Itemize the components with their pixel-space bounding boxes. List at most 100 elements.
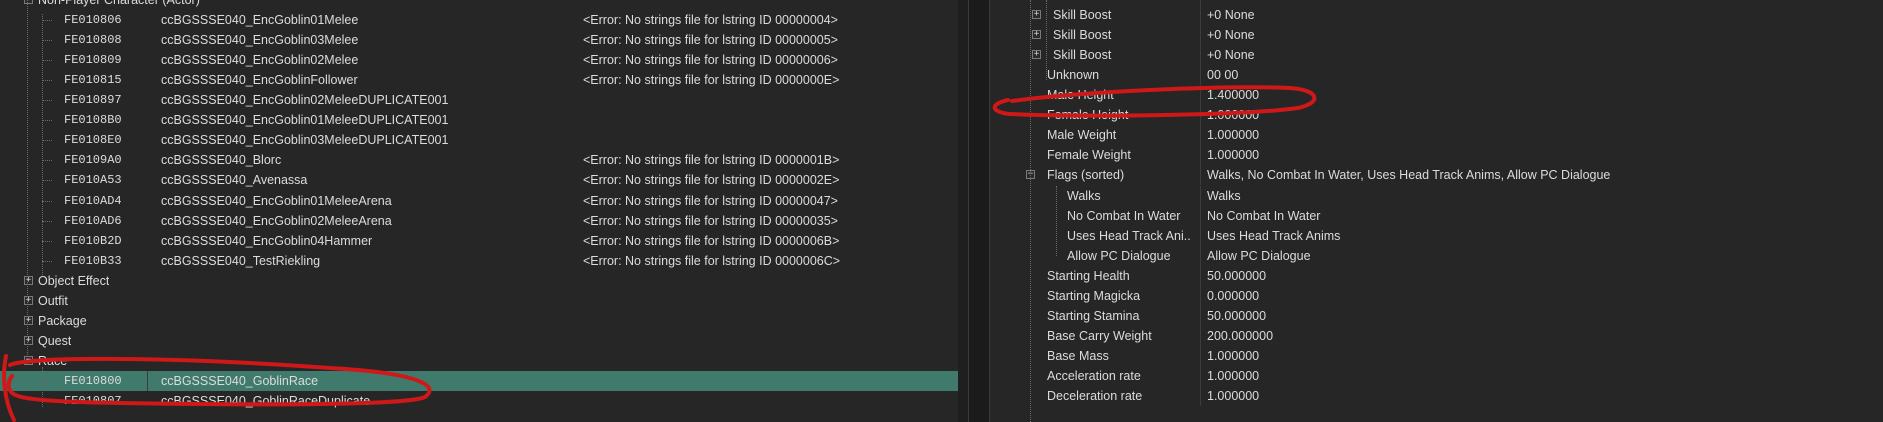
group-npc[interactable]: − Non-Player Character (Actor) — [0, 0, 968, 10]
tree-branch-line — [42, 140, 52, 142]
column-separator — [1200, 85, 1201, 106]
name-cell: <Error: No strings file for lstring ID 0… — [583, 13, 838, 28]
group-1-expander-icon[interactable]: + — [24, 295, 33, 305]
flag-child-row-value: Walks — [1207, 188, 1241, 203]
property-row[interactable]: Acceleration rate 1.000000 — [990, 365, 1883, 386]
group-race-expander-icon[interactable]: − — [24, 355, 33, 365]
npc-record-row[interactable]: FE010AD4 ccBGSSSE040_EncGoblin01MeleeAren… — [0, 191, 968, 211]
property-row-value: 00 00 — [1207, 68, 1239, 83]
property-row[interactable]: Unknown 00 00 — [990, 65, 1883, 86]
property-row[interactable]: Female Weight 1.000000 — [990, 145, 1883, 166]
npc-record-row[interactable]: FE0108B0 ccBGSSSE040_EncGoblin01MeleeDUPL… — [0, 110, 968, 130]
tree-branch-line — [42, 380, 52, 382]
group-race[interactable]: − Race — [0, 351, 968, 371]
tree-branch-line — [42, 401, 52, 402]
form-id-cell: FE010B33 — [64, 253, 122, 268]
flag-child-row[interactable]: Allow PC Dialogue Allow PC Dialogue — [990, 245, 1883, 266]
group-npc-expander-icon[interactable]: − — [24, 0, 33, 4]
skill-boost-row-value: +0 None — [1207, 28, 1255, 43]
editor-id-cell: ccBGSSSE040_EncGoblin04Hammer — [161, 233, 373, 248]
skill-boost-row-expander-icon[interactable]: + — [1032, 50, 1041, 60]
form-id-cell: FE010806 — [64, 13, 122, 28]
navigation-tree-pane[interactable]: − Non-Player Character (Actor) FE010806 ccB… — [0, 0, 968, 422]
npc-record-row[interactable]: FE010B2D ccBGSSSE040_EncGoblin04Hammer <Er… — [0, 231, 968, 251]
property-row[interactable]: Base Mass 1.000000 — [990, 345, 1883, 366]
skill-boost-row[interactable]: + Skill Boost +0 None — [990, 45, 1883, 66]
npc-record-row[interactable]: FE010806 ccBGSSSE040_EncGoblin01Melee <Err… — [0, 10, 968, 30]
column-separator — [1200, 285, 1201, 306]
column-separator — [1200, 245, 1201, 266]
editor-id-cell: ccBGSSSE040_TestRiekling — [161, 253, 321, 268]
name-cell: <Error: No strings file for lstring ID 0… — [583, 253, 841, 268]
npc-record-row[interactable]: FE010815 ccBGSSSE040_EncGoblinFollower <Er… — [0, 70, 968, 90]
npc-record-row[interactable]: FE010AD6 ccBGSSSE040_EncGoblin02MeleeAren… — [0, 211, 968, 231]
race-record-row[interactable]: FE010800 ccBGSSSE040_GoblinRace — [0, 370, 968, 391]
npc-record-row[interactable]: FE010808 ccBGSSSE040_EncGoblin03Melee <Err… — [0, 30, 968, 50]
column-separator — [1200, 125, 1201, 146]
race-record-row[interactable]: FE010807 ccBGSSSE040_GoblinRaceDuplicate — [0, 391, 968, 411]
column-separator — [1200, 105, 1201, 126]
left-pane-scrollbar[interactable] — [958, 0, 968, 422]
npc-record-row[interactable]: FE0108E0 ccBGSSSE040_EncGoblin03MeleeDUPL… — [0, 130, 968, 150]
property-row-value: 1.000000 — [1207, 368, 1260, 383]
property-row[interactable]: Starting Health 50.000000 — [990, 265, 1883, 286]
npc-record-row[interactable]: FE010809 ccBGSSSE040_EncGoblin02Melee <Err… — [0, 50, 968, 70]
editor-id-cell: ccBGSSSE040_EncGoblin01MeleeDUPLICATE001 — [161, 113, 449, 128]
tree-branch-line — [42, 100, 52, 102]
group-2[interactable]: + Package — [0, 311, 968, 331]
property-row-label: Base Mass — [1047, 348, 1109, 363]
tree-branch-line — [42, 80, 52, 82]
editor-id-cell: ccBGSSSE040_Blorc — [161, 153, 282, 168]
property-row-value: 50.000000 — [1207, 268, 1267, 283]
flag-child-row[interactable]: No Combat In Water No Combat In Water — [990, 205, 1883, 226]
npc-record-row[interactable]: FE0109A0 ccBGSSSE040_Blorc <Error: No stri… — [0, 150, 968, 170]
property-row[interactable]: Female Height 1.000000 — [990, 105, 1883, 126]
skill-boost-row-value: +0 None — [1207, 8, 1255, 23]
property-row-value: 200.000000 — [1207, 328, 1274, 343]
npc-record-row[interactable]: FE010A53 ccBGSSSE040_Avenassa <Error: No s… — [0, 170, 968, 190]
column-separator — [1200, 45, 1201, 66]
skill-boost-row-value: +0 None — [1207, 48, 1255, 63]
flag-child-row-value: No Combat In Water — [1207, 208, 1321, 223]
skill-boost-row[interactable]: + Skill Boost +0 None — [990, 5, 1883, 26]
pane-splitter[interactable] — [968, 0, 990, 422]
column-separator — [1200, 65, 1201, 86]
group-0[interactable]: + Object Effect — [0, 271, 968, 291]
property-row-label: Deceleration rate — [1047, 389, 1143, 403]
name-cell — [583, 90, 963, 110]
property-row[interactable]: Base Carry Weight 200.000000 — [990, 325, 1883, 346]
editor-id-cell: ccBGSSSE040_EncGoblin02MeleeArena — [161, 213, 392, 228]
name-cell: <Error: No strings file for lstring ID 0… — [583, 73, 840, 88]
property-row[interactable]: Starting Stamina 50.000000 — [990, 305, 1883, 326]
skill-boost-row-expander-icon[interactable]: + — [1032, 30, 1041, 40]
flag-child-row[interactable]: Uses Head Track Ani... Uses Head Track An… — [990, 225, 1883, 246]
property-row[interactable]: Starting Magicka 0.000000 — [990, 285, 1883, 306]
editor-id-cell: ccBGSSSE040_EncGoblin03Melee — [161, 33, 359, 48]
property-row[interactable]: Deceleration rate 1.000000 — [990, 386, 1883, 406]
group-3-expander-icon[interactable]: + — [24, 335, 33, 345]
property-row[interactable]: Male Height 1.400000 — [990, 85, 1883, 106]
form-id-cell: FE010800 — [64, 373, 122, 388]
group-1[interactable]: + Outfit — [0, 291, 968, 311]
npc-record-row[interactable]: FE010897 ccBGSSSE040_EncGoblin02MeleeDUPL… — [0, 90, 968, 110]
name-cell: <Error: No strings file for lstring ID 0… — [583, 33, 838, 48]
column-separator — [1200, 165, 1201, 186]
flag-child-row-value: Uses Head Track Anims — [1207, 228, 1341, 243]
group-3[interactable]: + Quest — [0, 331, 968, 351]
group-2-expander-icon[interactable]: + — [24, 315, 33, 325]
property-row-label: Starting Magicka — [1047, 288, 1141, 303]
skill-boost-row[interactable]: + Skill Boost +0 None — [990, 25, 1883, 46]
editor-id-cell: ccBGSSSE040_EncGoblin02Melee — [161, 53, 359, 68]
form-id-cell: FE010897 — [64, 93, 122, 108]
flags-sorted-row[interactable]: − Flags (sorted) Walks, No Combat In Water… — [990, 165, 1883, 186]
npc-record-row[interactable]: FE010B33 ccBGSSSE040_TestRiekling <Error: … — [0, 251, 968, 271]
skill-boost-row-expander-icon[interactable]: + — [1032, 10, 1041, 20]
property-row[interactable]: Male Weight 1.000000 — [990, 125, 1883, 146]
record-view-pane[interactable]: + Skill Boost +0 None + Skill Boost +0 None + S… — [990, 0, 1883, 422]
flag-child-row[interactable]: Walks Walks — [990, 185, 1883, 206]
property-row-label: Female Weight — [1047, 148, 1131, 163]
form-id-cell: FE0108B0 — [64, 113, 122, 128]
tree-branch-line — [42, 240, 52, 242]
group-0-expander-icon[interactable]: + — [24, 275, 33, 285]
flag-child-row-label: Allow PC Dialogue — [1067, 248, 1171, 263]
